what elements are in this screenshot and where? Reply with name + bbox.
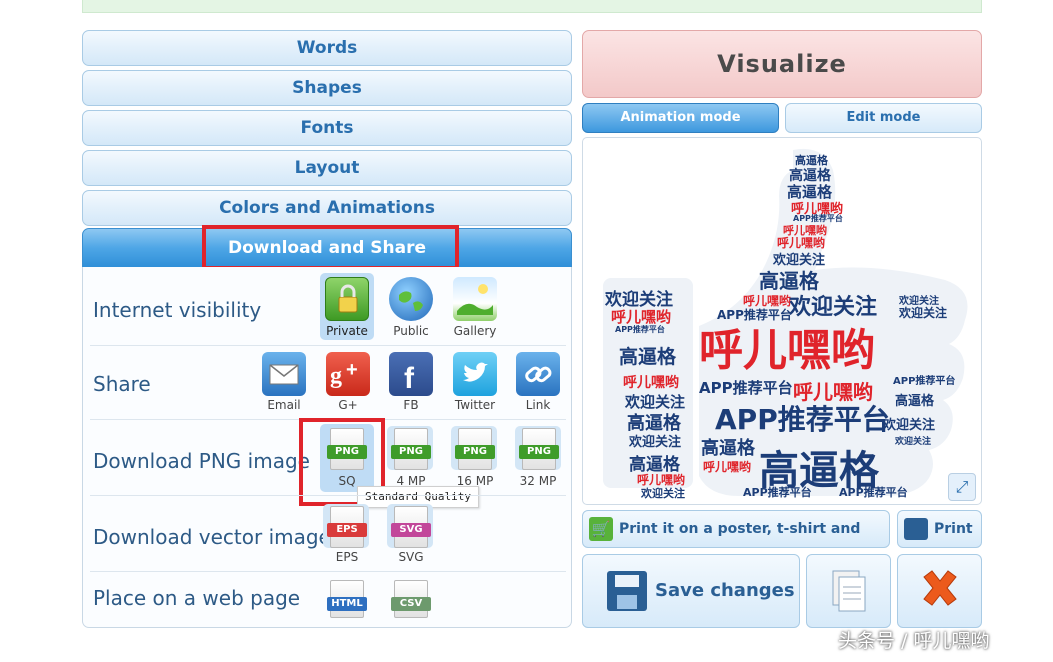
png-tag: PNG — [391, 445, 431, 459]
cloud-word: 呼儿嘿哟 — [699, 325, 875, 376]
words-section-button[interactable]: Words — [82, 30, 572, 66]
cloud-word: APP推荐平台 — [615, 325, 665, 334]
svg-tag: SVG — [391, 523, 431, 537]
place-web-label: Place on a web page — [93, 586, 301, 610]
copy-button[interactable] — [806, 554, 891, 628]
download-png-label: Download PNG image — [93, 449, 310, 473]
twitter-label: Twitter — [454, 398, 496, 412]
lock-icon[interactable] — [325, 277, 369, 321]
row-divider — [90, 571, 566, 572]
link-label: Link — [525, 398, 551, 412]
gallery-label: Gallery — [453, 324, 497, 338]
colors-animations-section-button[interactable]: Colors and Animations — [82, 190, 572, 226]
fonts-section-button[interactable]: Fonts — [82, 110, 572, 146]
row-divider — [90, 345, 566, 346]
public-label: Public — [393, 324, 429, 338]
animation-mode-tab[interactable]: Animation mode — [582, 103, 779, 133]
eps-label: EPS — [335, 550, 359, 564]
visualize-button[interactable]: Visualize — [582, 30, 982, 98]
cloud-word: APP推荐平台 — [699, 379, 793, 397]
cloud-word: 欢迎关注 — [883, 418, 936, 433]
download-vector-label: Download vector image — [93, 525, 331, 549]
cart-icon: 🛒 — [589, 517, 613, 541]
link-icon[interactable] — [516, 352, 560, 396]
globe-icon[interactable] — [389, 277, 433, 321]
cloud-word: 高逼格 — [701, 438, 755, 459]
cloud-word: 呼儿嘿哟 — [623, 375, 679, 391]
eps-file-icon[interactable]: EPS — [327, 506, 367, 548]
png-tag: PNG — [455, 445, 495, 459]
internet-visibility-label: Internet visibility — [93, 298, 262, 322]
32mp-label: 32 MP — [519, 474, 557, 488]
twitter-icon[interactable] — [453, 352, 497, 396]
png-tag: PNG — [519, 445, 559, 459]
cloud-word: 欢迎关注 — [629, 435, 682, 450]
layout-section-button[interactable]: Layout — [82, 150, 572, 186]
html-file-icon[interactable]: HTML — [327, 580, 367, 618]
share-label: Share — [93, 372, 151, 396]
cloud-word: APP推荐平台 — [839, 486, 908, 499]
facebook-icon[interactable]: f — [389, 352, 433, 396]
row-divider — [90, 495, 566, 496]
highlight-download-share — [202, 225, 459, 270]
email-icon[interactable] — [262, 352, 306, 396]
private-label: Private — [326, 324, 368, 338]
cloud-word: 欢迎关注 — [899, 306, 948, 320]
printer-icon — [904, 518, 928, 540]
cloud-word: 欢迎关注 — [895, 437, 932, 447]
watermark: 头条号 / 呼儿嘿哟 — [838, 630, 990, 652]
floppy-disk-icon — [607, 571, 647, 611]
fullscreen-expand-icon[interactable]: ⤢ — [948, 473, 976, 501]
svg-label: SVG — [398, 550, 424, 564]
html-tag: HTML — [327, 597, 367, 611]
gallery-icon[interactable] — [453, 277, 497, 321]
csv-tag: CSV — [391, 597, 431, 611]
cloud-word: APP推荐平台 — [893, 376, 956, 387]
edit-mode-tab[interactable]: Edit mode — [785, 103, 982, 133]
cloud-word: 呼儿嘿哟 — [703, 460, 752, 474]
shapes-section-button[interactable]: Shapes — [82, 70, 572, 106]
print-label: Print — [934, 521, 973, 537]
csv-file-icon[interactable]: CSV — [391, 580, 431, 618]
print-button[interactable]: Print — [897, 510, 982, 548]
svg-text:f: f — [404, 362, 415, 395]
print-poster-button[interactable]: 🛒 Print it on a poster, t-shirt and more… — [582, 510, 890, 573]
svg-text:g: g — [330, 363, 342, 389]
svg-file-icon[interactable]: SVG — [391, 506, 431, 548]
png-32mp-file-icon[interactable]: PNG — [519, 428, 559, 470]
save-changes-button[interactable]: Save changes — [582, 554, 800, 628]
email-label: Email — [267, 398, 301, 412]
copy-icon — [832, 570, 866, 612]
gplus-label: G+ — [338, 398, 358, 412]
png-16mp-file-icon[interactable]: PNG — [455, 428, 495, 470]
close-x-icon — [923, 570, 957, 606]
cloud-word: APP推荐平台 — [715, 403, 890, 436]
google-plus-icon[interactable]: g + — [326, 352, 370, 396]
top-status-bar — [82, 0, 982, 13]
fb-label: FB — [403, 398, 419, 412]
cloud-word: 高逼格 — [895, 394, 935, 409]
delete-button[interactable] — [897, 554, 982, 628]
word-cloud-canvas: 高逼格 高逼格 高逼格 呼儿嘿哟 APP推荐平台 呼儿嘿哟 呼儿嘿哟 欢迎关注 … — [582, 137, 982, 505]
eps-tag: EPS — [327, 523, 367, 537]
png-4mp-file-icon[interactable]: PNG — [391, 428, 431, 470]
save-changes-label: Save changes — [655, 580, 795, 601]
cloud-word: 高逼格 — [619, 346, 677, 368]
svg-text:+: + — [346, 359, 358, 381]
cloud-word: APP推荐平台 — [743, 486, 812, 499]
cloud-word: 欢迎关注 — [641, 487, 685, 500]
